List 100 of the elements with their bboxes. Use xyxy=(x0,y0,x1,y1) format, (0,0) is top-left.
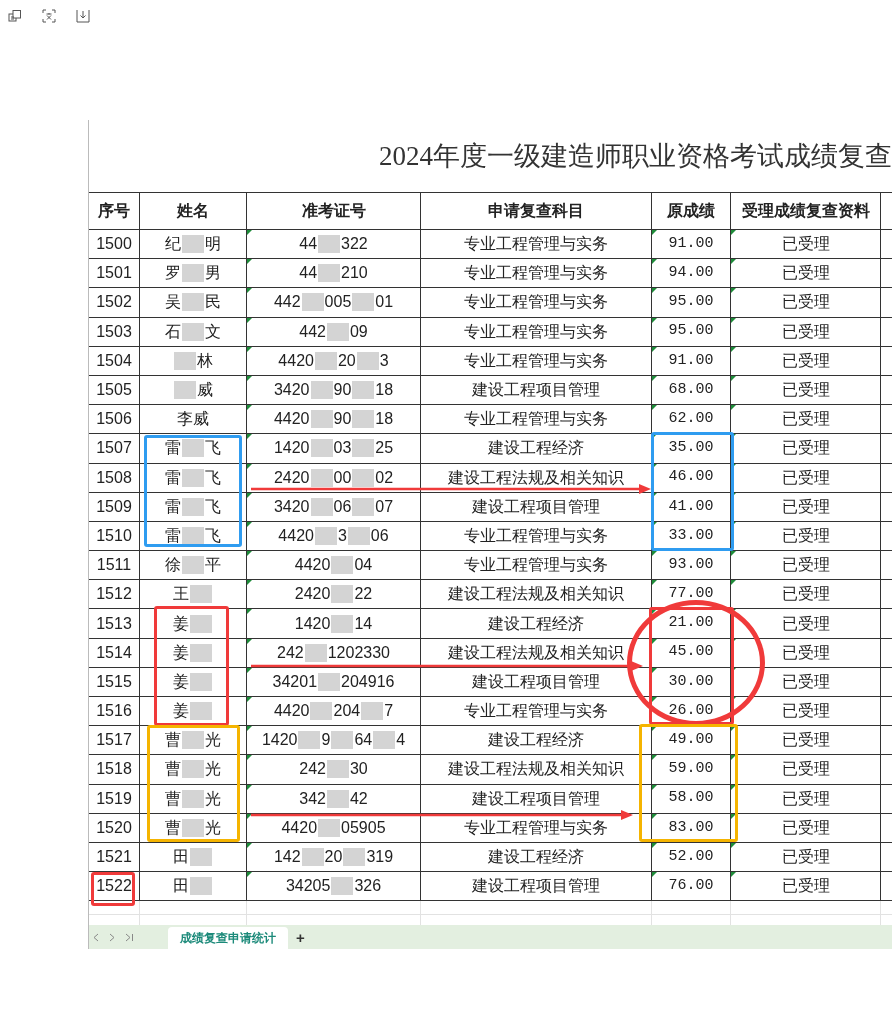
cell-marker-icon xyxy=(652,638,657,644)
score-cell-text: 21.00 xyxy=(668,613,714,634)
score-cell-text: 45.00 xyxy=(668,642,714,663)
ticket-number-cell-text: 442 005 01 xyxy=(273,292,394,314)
subject-cell-text: 建设工程法规及相关知识 xyxy=(448,584,624,605)
ticket-number-cell-text: 142 20 319 xyxy=(273,847,394,869)
subject-cell-text: 建设工程项目管理 xyxy=(472,788,600,809)
name-cell-text: 曹 光 xyxy=(165,730,221,752)
cell-marker-icon xyxy=(247,813,252,819)
name-cell-text: 徐 平 xyxy=(165,555,221,577)
cell-marker-icon xyxy=(652,346,657,352)
cell-marker-icon xyxy=(652,288,657,294)
cell-marker-icon xyxy=(247,842,252,848)
last-sheet-icon[interactable] xyxy=(125,932,134,942)
cell-marker-icon xyxy=(652,842,657,848)
status-cell-text: 已受理 xyxy=(781,438,830,459)
cell-marker-icon xyxy=(652,726,657,732)
ticket-number-cell-text: 3420 90 18 xyxy=(273,380,394,402)
next-sheet-icon[interactable] xyxy=(109,932,115,942)
ticket-number-cell-text: 4420 3 06 xyxy=(278,525,389,547)
ticket-number-cell-text: 342 42 xyxy=(299,788,368,810)
cell-marker-icon xyxy=(652,521,657,527)
cell-marker-icon xyxy=(731,317,736,323)
row-number: 1501 xyxy=(96,263,132,284)
cell-marker-icon xyxy=(731,580,736,586)
restore-window-icon[interactable] xyxy=(8,8,22,23)
subject-cell-text: 专业工程管理与实务 xyxy=(464,350,608,371)
cell-marker-icon xyxy=(731,872,736,878)
status-cell-text: 已受理 xyxy=(781,613,830,634)
cell-marker-icon xyxy=(731,784,736,790)
ticket-number-cell-text: 44 210 xyxy=(299,263,368,285)
status-cell-text: 已受理 xyxy=(781,671,830,692)
add-sheet-button[interactable]: + xyxy=(288,927,313,950)
score-cell-text: 58.00 xyxy=(668,788,714,809)
cell-marker-icon xyxy=(247,463,252,469)
name-cell-text: 石 文 xyxy=(165,321,221,343)
cell-marker-icon xyxy=(247,346,252,352)
row-number: 1522 xyxy=(96,876,132,897)
row-number: 1510 xyxy=(96,525,132,546)
column-header: 受理成绩复查资料 xyxy=(741,201,870,221)
score-cell-text: 95.00 xyxy=(668,321,714,342)
ticket-number-cell-text: 34201 204916 xyxy=(272,671,395,693)
subject-cell-text: 建设工程项目管理 xyxy=(472,496,600,517)
row-number: 1512 xyxy=(96,584,132,605)
score-cell-text: 46.00 xyxy=(668,467,714,488)
name-cell-text: 吴 民 xyxy=(165,292,221,314)
score-cell-text: 68.00 xyxy=(668,379,714,400)
cell-marker-icon xyxy=(247,784,252,790)
subject-cell-text: 建设工程法规及相关知识 xyxy=(448,759,624,780)
status-cell-text: 已受理 xyxy=(781,380,830,401)
cell-marker-icon xyxy=(652,463,657,469)
ticket-number-cell-text: 242 30 xyxy=(299,759,368,781)
scan-text-icon[interactable] xyxy=(42,8,56,23)
row-number: 1503 xyxy=(96,321,132,342)
cell-marker-icon xyxy=(652,697,657,702)
cell-marker-icon xyxy=(247,521,252,527)
subject-cell-text: 专业工程管理与实务 xyxy=(464,263,608,284)
name-cell-text: 纪 明 xyxy=(165,234,221,256)
row-number: 1504 xyxy=(96,350,132,371)
column-header: 准考证号 xyxy=(301,201,366,221)
cell-marker-icon xyxy=(247,872,252,878)
cell-marker-icon xyxy=(247,375,252,381)
cell-marker-icon xyxy=(731,375,736,381)
ticket-number-cell-text: 2420 22 xyxy=(294,584,373,606)
download-icon[interactable] xyxy=(76,8,90,23)
cell-marker-icon xyxy=(652,609,657,615)
cell-marker-icon xyxy=(247,609,252,615)
previous-sheet-icon[interactable] xyxy=(93,932,99,942)
name-cell: 姜 xyxy=(173,669,213,694)
subject-cell-text: 专业工程管理与实务 xyxy=(464,409,608,430)
row-number: 1513 xyxy=(96,613,132,634)
row-number: 1509 xyxy=(96,496,132,517)
ticket-number-cell-text: 1420 9 64 4 xyxy=(261,730,406,752)
subject-cell-text: 专业工程管理与实务 xyxy=(464,321,608,342)
name-cell: 田 xyxy=(173,845,213,870)
row-number: 1507 xyxy=(96,438,132,459)
cell-marker-icon xyxy=(652,813,657,819)
cell-marker-icon xyxy=(652,317,657,323)
name-cell: 田 xyxy=(173,874,213,899)
name-cell-text: 曹 光 xyxy=(165,817,221,839)
status-cell-text: 已受理 xyxy=(781,642,830,663)
name-cell: 姜 xyxy=(173,640,213,665)
status-cell-text: 已受理 xyxy=(781,321,830,342)
cell-marker-icon xyxy=(652,551,657,557)
score-cell-text: 93.00 xyxy=(668,554,714,575)
row-number: 1505 xyxy=(96,380,132,401)
sheet-tab[interactable]: 成绩复查申请统计 xyxy=(168,927,288,950)
cell-marker-icon xyxy=(731,755,736,761)
name-cell: 王 xyxy=(173,582,213,607)
subject-cell-text: 建设工程项目管理 xyxy=(472,380,600,401)
ticket-number-cell-text: 4420 90 18 xyxy=(273,409,394,431)
column-header: 申请复查科目 xyxy=(488,201,584,221)
ticket-number-cell-text: 34205 326 xyxy=(285,876,382,898)
status-cell-text: 已受理 xyxy=(781,788,830,809)
row-number: 1506 xyxy=(96,409,132,430)
name-cell-text: 雷 飞 xyxy=(165,467,221,489)
score-cell-text: 41.00 xyxy=(668,496,714,517)
ticket-number-cell-text: 4420 204 7 xyxy=(273,701,394,723)
cell-marker-icon xyxy=(652,667,657,673)
subject-cell-text: 建设工程项目管理 xyxy=(472,876,600,897)
